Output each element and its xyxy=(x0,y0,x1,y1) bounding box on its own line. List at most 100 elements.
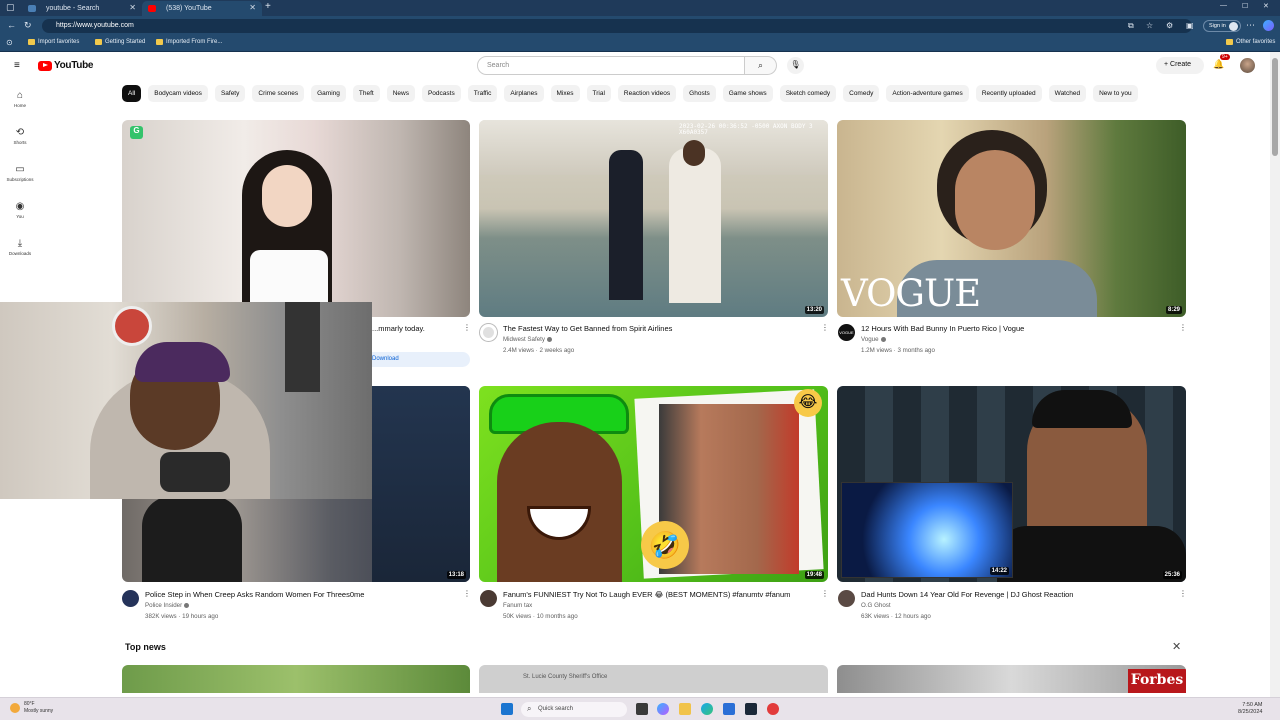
video-title[interactable]: ...mmarly today. xyxy=(372,324,425,333)
maximize-icon[interactable]: ☐ xyxy=(1242,2,1248,10)
filter-chip[interactable]: Airplanes xyxy=(504,85,544,102)
filter-chip[interactable]: Traffic xyxy=(467,85,498,102)
news-thumbnail[interactable]: St. Lucie County Sheriff's Office xyxy=(479,665,828,693)
favorites-toggle-icon[interactable]: ⊙ xyxy=(6,38,13,47)
video-title[interactable]: Dad Hunts Down 14 Year Old For Revenge |… xyxy=(861,590,1073,599)
filter-chip[interactable]: Sketch comedy xyxy=(779,85,837,102)
back-icon[interactable]: ← xyxy=(7,20,16,30)
channel-name[interactable]: Midwest Safety xyxy=(503,336,552,343)
news-thumbnail[interactable] xyxy=(122,665,470,693)
filter-chip[interactable]: Comedy xyxy=(843,85,880,102)
filter-chip[interactable]: Podcasts xyxy=(421,85,461,102)
hamburger-menu-icon[interactable]: ≡ xyxy=(14,60,20,71)
close-news-icon[interactable]: ✕ xyxy=(1172,640,1181,653)
filter-chip[interactable]: Crime scenes xyxy=(252,85,305,102)
tab-youtube-search[interactable]: youtube - Search ✕ xyxy=(22,1,142,16)
edge-icon[interactable] xyxy=(701,703,713,715)
tab-actions-icon[interactable]: ▢ xyxy=(6,2,15,13)
filter-chip[interactable]: Gaming xyxy=(311,85,346,102)
task-view-icon[interactable] xyxy=(636,703,648,715)
video-title[interactable]: 12 Hours With Bad Bunny In Puerto Rico |… xyxy=(861,324,1024,333)
store-icon[interactable] xyxy=(723,703,735,715)
filter-chip[interactable]: Safety xyxy=(214,85,246,102)
more-options-icon[interactable]: ⋮ xyxy=(463,589,471,598)
close-window-icon[interactable]: ✕ xyxy=(1263,2,1269,10)
channel-name[interactable]: Police Insider xyxy=(145,602,190,609)
nav-subscriptions[interactable]: ▭ Subscriptions xyxy=(0,164,40,182)
video-thumbnail[interactable]: 14:22 25:36 xyxy=(837,386,1186,582)
video-thumbnail[interactable]: VOGUE 8:29 xyxy=(837,120,1186,317)
copilot-icon[interactable] xyxy=(1263,20,1274,31)
fav-imported-firefox[interactable]: Imported From Fire... xyxy=(156,39,222,45)
nav-you[interactable]: ◉ You xyxy=(0,201,40,219)
fav-other[interactable]: Other favorites xyxy=(1226,39,1275,45)
filter-chip[interactable]: Bodycam videos xyxy=(148,85,208,102)
close-tab-icon[interactable]: ✕ xyxy=(249,3,256,12)
channel-name[interactable]: Vogue xyxy=(861,336,886,343)
more-menu-icon[interactable]: ⋯ xyxy=(1246,20,1255,31)
nav-home[interactable]: ⌂ Home xyxy=(0,90,40,108)
user-avatar[interactable] xyxy=(1240,58,1255,73)
voice-search-button[interactable]: 🎙 xyxy=(787,57,804,74)
filter-chip[interactable]: Ghosts xyxy=(683,85,716,102)
channel-avatar[interactable] xyxy=(480,590,497,607)
filter-chip[interactable]: Mixes xyxy=(550,85,580,102)
filter-chip[interactable]: Watched xyxy=(1048,85,1087,102)
search-input[interactable]: Search xyxy=(477,56,745,75)
filter-chip[interactable]: Action-adventure games xyxy=(886,85,969,102)
extensions-icon[interactable]: ⚙ xyxy=(1166,21,1173,30)
more-options-icon[interactable]: ⋮ xyxy=(463,323,471,332)
more-options-icon[interactable]: ⋮ xyxy=(1179,323,1187,332)
filter-chip[interactable]: New to you xyxy=(1093,85,1138,102)
channel-avatar[interactable] xyxy=(122,590,139,607)
more-options-icon[interactable]: ⋮ xyxy=(1179,589,1187,598)
video-title[interactable]: Police Step in When Creep Asks Random Wo… xyxy=(145,590,364,599)
taskbar-search[interactable]: ⌕ Quick search xyxy=(521,702,627,717)
filter-chip[interactable]: Theft xyxy=(352,85,380,102)
windows-start-icon[interactable] xyxy=(501,703,513,715)
filter-chip[interactable]: News xyxy=(386,85,415,102)
filter-chip[interactable]: Recently uploaded xyxy=(975,85,1042,102)
more-options-icon[interactable]: ⋮ xyxy=(821,589,829,598)
page-scrollbar[interactable] xyxy=(1270,52,1280,697)
file-explorer-icon[interactable] xyxy=(679,703,691,715)
nav-shorts[interactable]: ⟲ Shorts xyxy=(0,127,40,145)
weather-widget[interactable]: 80°F Mostly sunny xyxy=(10,701,53,715)
video-thumbnail[interactable]: 2023-02-26 00:36:52 -0500 AXON BODY 3 X6… xyxy=(479,120,828,317)
filter-chip[interactable]: Game shows xyxy=(722,85,773,102)
nav-downloads[interactable]: ⤓ Downloads xyxy=(0,238,40,256)
collections-icon[interactable]: ▣ xyxy=(1186,21,1194,30)
filter-chip[interactable]: Trial xyxy=(586,85,611,102)
video-title[interactable]: Fanum's FUNNIEST Try Not To Laugh EVER 😂… xyxy=(503,590,790,599)
sign-in-button[interactable]: Sign in xyxy=(1203,20,1241,32)
read-aloud-icon[interactable]: ⧉ xyxy=(1128,21,1134,31)
video-title[interactable]: The Fastest Way to Get Banned from Spiri… xyxy=(503,324,672,333)
tab-youtube[interactable]: (538) YouTube ✕ xyxy=(142,1,262,16)
more-options-icon[interactable]: ⋮ xyxy=(821,323,829,332)
channel-name[interactable]: Fanum tax xyxy=(503,602,532,609)
channel-avatar[interactable]: VOGUE xyxy=(838,324,855,341)
create-button[interactable]: + Create xyxy=(1156,57,1204,74)
copilot-icon[interactable] xyxy=(657,703,669,715)
new-tab-icon[interactable]: + xyxy=(265,1,271,12)
fav-getting-started[interactable]: Getting Started xyxy=(95,39,145,45)
chrome-icon[interactable] xyxy=(767,703,779,715)
video-thumbnail[interactable]: G xyxy=(122,120,470,317)
scrollbar-thumb[interactable] xyxy=(1272,58,1278,156)
filter-chip[interactable]: Reaction videos xyxy=(617,85,677,102)
steam-icon[interactable] xyxy=(745,703,757,715)
search-button[interactable]: ⌕ xyxy=(745,56,777,75)
refresh-icon[interactable]: ↻ xyxy=(24,20,32,31)
video-thumbnail[interactable]: 😂 🤣 19:48 xyxy=(479,386,828,582)
download-button[interactable]: Download xyxy=(372,352,470,367)
channel-avatar[interactable] xyxy=(838,590,855,607)
favorite-star-icon[interactable]: ☆ xyxy=(1146,21,1153,30)
filter-chip[interactable]: All xyxy=(122,85,142,102)
channel-avatar[interactable] xyxy=(480,324,497,341)
notifications-bell-icon[interactable]: 🔔 xyxy=(1213,59,1224,70)
news-thumbnail[interactable]: Forbes xyxy=(837,665,1186,693)
url-field[interactable]: https://www.youtube.com xyxy=(42,19,1192,33)
channel-name[interactable]: O.G Ghost xyxy=(861,602,891,609)
close-tab-icon[interactable]: ✕ xyxy=(129,3,136,12)
minimize-icon[interactable]: — xyxy=(1220,2,1227,9)
